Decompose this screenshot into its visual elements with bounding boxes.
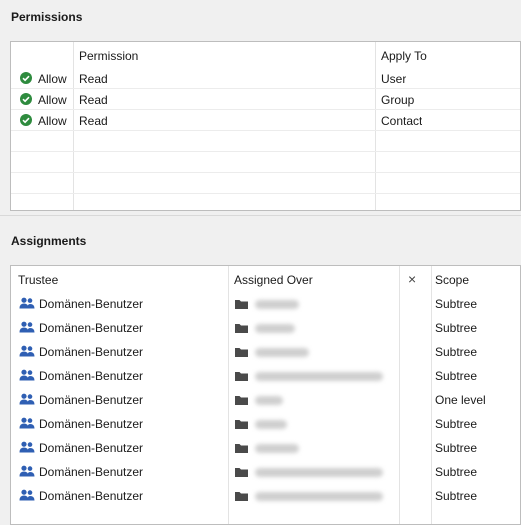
folder-icon [235, 490, 248, 501]
check-circle-icon [20, 72, 32, 84]
folder-icon [235, 346, 248, 357]
folder-icon [235, 442, 248, 453]
assigned-over-redacted [255, 348, 309, 357]
permission-value: Read [79, 114, 108, 128]
user-group-icon [19, 417, 35, 429]
trustee-name: Domänen-Benutzer [39, 369, 144, 383]
scope-value: Subtree [435, 465, 478, 479]
folder-icon [235, 298, 248, 309]
scope-value: Subtree [435, 345, 478, 359]
user-group-icon [19, 465, 35, 477]
trustee-name: Domänen-Benutzer [39, 489, 144, 503]
assigned-over-redacted [255, 396, 283, 405]
trustee-name: Domänen-Benutzer [39, 297, 144, 311]
access-label: Allow [38, 114, 67, 128]
row-separator [11, 151, 520, 152]
scope-value: Subtree [435, 321, 478, 335]
assigned-over-redacted [255, 324, 295, 333]
row-separator [11, 109, 520, 110]
scope-value: Subtree [435, 441, 478, 455]
user-group-icon [19, 369, 35, 381]
column-header-assigned-over[interactable]: Assigned Over [234, 273, 313, 287]
trustee-name: Domänen-Benutzer [39, 417, 144, 431]
assignment-row[interactable]: Domänen-Benutzer Subtree [11, 340, 520, 364]
column-header-trustee[interactable]: Trustee [18, 273, 58, 287]
access-label: Allow [38, 72, 67, 86]
permission-row[interactable]: Allow Read Contact [11, 110, 520, 131]
row-separator [11, 193, 520, 194]
folder-icon [235, 370, 248, 381]
assignment-row[interactable]: Domänen-Benutzer One level [11, 388, 520, 412]
check-circle-icon [20, 93, 32, 105]
row-separator [11, 172, 520, 173]
apply-to-value: Contact [381, 114, 423, 128]
scope-value: One level [435, 393, 486, 407]
folder-icon [235, 394, 248, 405]
row-separator [11, 130, 520, 131]
assignments-table: Trustee Assigned Over × Scope Domänen-Be… [10, 265, 521, 525]
permission-row[interactable]: Allow Read User [11, 68, 520, 89]
trustee-name: Domänen-Benutzer [39, 441, 144, 455]
scope-value: Subtree [435, 417, 478, 431]
trustee-name: Domänen-Benutzer [39, 393, 144, 407]
clear-filter-button[interactable]: × [408, 271, 416, 287]
scope-value: Subtree [435, 369, 478, 383]
assignment-row[interactable]: Domänen-Benutzer Subtree [11, 292, 520, 316]
scope-value: Subtree [435, 297, 478, 311]
assignment-row[interactable]: Domänen-Benutzer Subtree [11, 436, 520, 460]
column-header-permission[interactable]: Permission [79, 49, 138, 63]
folder-icon [235, 466, 248, 477]
assigned-over-redacted [255, 372, 383, 381]
row-separator [11, 88, 520, 89]
permission-row[interactable]: Allow Read Group [11, 89, 520, 110]
permission-value: Read [79, 93, 108, 107]
assignments-title: Assignments [11, 234, 87, 248]
user-group-icon [19, 345, 35, 357]
user-group-icon [19, 297, 35, 309]
apply-to-value: Group [381, 93, 415, 107]
user-group-icon [19, 393, 35, 405]
column-header-scope[interactable]: Scope [435, 273, 469, 287]
assignment-row[interactable]: Domänen-Benutzer Subtree [11, 412, 520, 436]
trustee-name: Domänen-Benutzer [39, 321, 144, 335]
assignment-row[interactable]: Domänen-Benutzer Subtree [11, 316, 520, 340]
folder-icon [235, 418, 248, 429]
trustee-name: Domänen-Benutzer [39, 465, 144, 479]
user-group-icon [19, 321, 35, 333]
access-label: Allow [38, 93, 67, 107]
user-group-icon [19, 489, 35, 501]
assigned-over-redacted [255, 300, 299, 309]
check-circle-icon [20, 114, 32, 126]
assignment-row[interactable]: Domänen-Benutzer Subtree [11, 460, 520, 484]
apply-to-value: User [381, 72, 407, 86]
permission-value: Read [79, 72, 108, 86]
folder-icon [235, 322, 248, 333]
trustee-name: Domänen-Benutzer [39, 345, 144, 359]
assigned-over-redacted [255, 468, 383, 477]
assignment-row[interactable]: Domänen-Benutzer Subtree [11, 484, 520, 508]
permissions-table: Permission Apply To Allow Read User Allow Re… [10, 41, 521, 211]
assigned-over-redacted [255, 492, 383, 501]
scope-value: Subtree [435, 489, 478, 503]
assignment-row[interactable]: Domänen-Benutzer Subtree [11, 364, 520, 388]
permissions-title: Permissions [11, 10, 83, 24]
assigned-over-redacted [255, 444, 299, 453]
user-group-icon [19, 441, 35, 453]
assigned-over-redacted [255, 420, 287, 429]
column-header-apply-to[interactable]: Apply To [381, 49, 427, 63]
